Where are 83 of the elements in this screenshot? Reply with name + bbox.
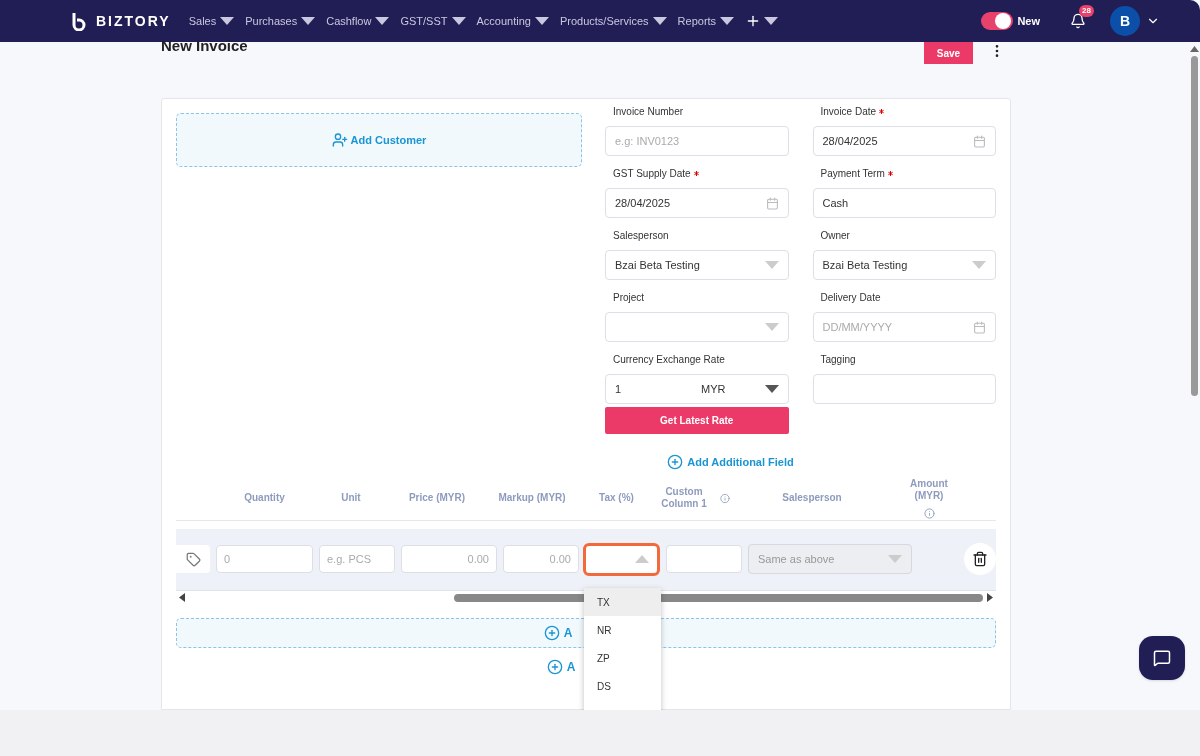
add-menu[interactable]	[745, 13, 779, 29]
dropdown-caret-icon	[451, 17, 466, 25]
column-header: Amount (MYR)	[909, 477, 949, 502]
tag-icon	[185, 551, 201, 567]
column-header: Custom Column 1	[660, 486, 708, 510]
dropdown-caret-icon	[764, 261, 779, 269]
logo-wordmark: BIZTORY	[96, 11, 171, 31]
field-label: Currency Exchange Rate	[613, 353, 725, 367]
select-field[interactable]: Bzai Beta Testing	[605, 250, 789, 280]
add-person-icon	[331, 132, 348, 148]
tax-option[interactable]: DS	[584, 672, 661, 700]
column-header: Quantity	[244, 492, 285, 504]
plus-circle-icon	[546, 658, 563, 675]
user-avatar[interactable]: B	[1110, 6, 1140, 36]
text-field[interactable]	[812, 374, 996, 404]
dropdown-caret-icon	[720, 17, 735, 25]
nav-menu[interactable]: Accounting	[476, 12, 549, 30]
date-field[interactable]: 28/04/2025	[812, 126, 996, 156]
column-header: Markup (MYR)	[498, 492, 566, 504]
tax-select[interactable]	[583, 542, 660, 576]
scroll-right-arrow-icon[interactable]	[987, 593, 993, 602]
dropdown-caret-icon	[220, 17, 235, 25]
text-field[interactable]: e.g: INV0123	[605, 126, 789, 156]
custom-column-field[interactable]	[666, 545, 742, 573]
page-title: New Invoice	[161, 38, 248, 54]
calendar-icon	[973, 320, 986, 334]
dropdown-caret-icon	[972, 261, 986, 269]
delete-button[interactable]	[964, 543, 996, 575]
field-label: GST Supply Date	[613, 167, 691, 181]
nav-menu[interactable]: Purchases	[245, 12, 316, 30]
calendar-icon	[973, 134, 986, 148]
tax-option[interactable]: NR	[584, 616, 661, 644]
chat-button[interactable]	[1139, 636, 1185, 680]
tax-option[interactable]: ZP	[584, 644, 661, 672]
scroll-up-arrow-icon[interactable]	[1189, 46, 1199, 52]
field-label: Payment Term	[820, 167, 885, 181]
field-label: Project	[613, 291, 645, 305]
dropdown-caret-icon	[764, 385, 779, 393]
price-field[interactable]: 0.00	[401, 545, 497, 573]
dropdown-caret-icon	[652, 17, 667, 25]
column-header: Price (MYR)	[408, 492, 466, 504]
dropdown-caret-icon	[764, 17, 779, 25]
chat-icon	[1153, 649, 1171, 667]
calendar-icon	[765, 196, 779, 210]
save-button[interactable]: Save	[924, 42, 973, 64]
nav-menu[interactable]: Reports	[677, 12, 735, 30]
notification-bell[interactable]	[1070, 13, 1086, 29]
tax-option[interactable]: TX	[584, 588, 661, 616]
tag-button[interactable]	[176, 545, 210, 573]
dropdown-caret-icon	[764, 323, 779, 331]
date-field[interactable]: 28/04/2025	[605, 188, 789, 218]
markup-field[interactable]: 0.00	[503, 545, 579, 573]
plus-circle-icon	[667, 454, 684, 471]
notification-badge: 28	[1079, 5, 1094, 17]
unit-field[interactable]: e.g. PCS	[319, 545, 395, 573]
field-label: Tagging	[820, 353, 856, 367]
trash-icon	[972, 551, 988, 567]
quantity-field[interactable]: 0	[216, 545, 313, 573]
field-label: Delivery Date	[820, 291, 881, 305]
column-header: Tax (%)	[599, 492, 634, 504]
dropdown-caret-icon	[301, 17, 316, 25]
scrollbar-thumb[interactable]	[1190, 56, 1198, 396]
select-field[interactable]	[605, 312, 789, 342]
plus-circle-icon	[543, 624, 560, 641]
field-label: Owner	[820, 229, 850, 243]
column-header: Unit	[341, 492, 361, 504]
nav-menu[interactable]: Sales	[188, 12, 235, 30]
nav-menu[interactable]: Cashflow	[326, 12, 390, 30]
column-header: Salesperson	[782, 492, 842, 504]
get-latest-rate-button[interactable]: Get Latest Rate	[605, 407, 789, 434]
dropdown-caret-icon	[635, 555, 649, 563]
nav-menu[interactable]: Products/Services	[559, 12, 667, 30]
scroll-left-arrow-icon[interactable]	[179, 593, 185, 602]
field-label: Invoice Date	[820, 105, 877, 119]
field-label: Salesperson	[613, 229, 669, 243]
currency-field[interactable]: 1 MYR	[605, 374, 789, 404]
text-field[interactable]: Cash	[812, 188, 996, 218]
dropdown-caret-icon	[534, 17, 549, 25]
field-label: Invoice Number	[613, 105, 684, 119]
dropdown-caret-icon	[375, 17, 390, 25]
nav-menu[interactable]: GST/SST	[400, 12, 466, 30]
select-field[interactable]: Bzai Beta Testing	[812, 250, 996, 280]
dropdown-caret-icon	[888, 555, 902, 563]
